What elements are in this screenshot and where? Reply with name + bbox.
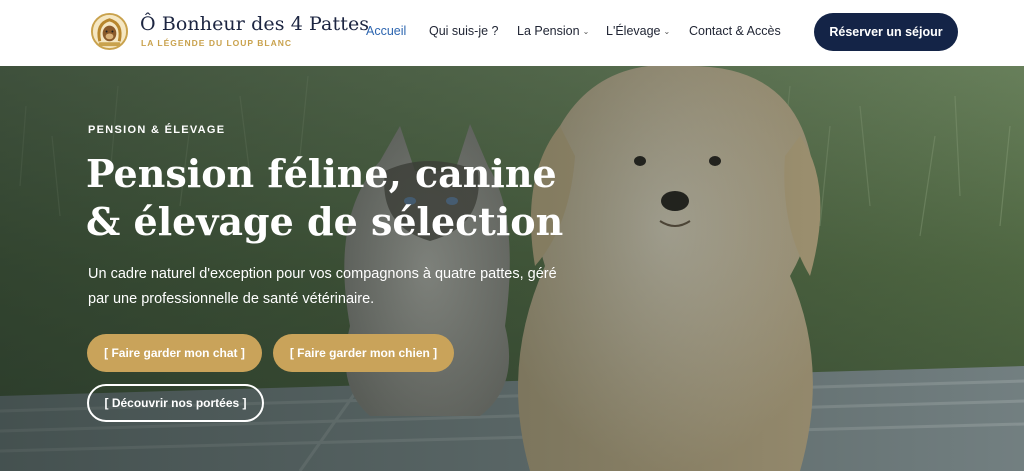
dog-boarding-button[interactable]: [ Faire garder mon chien ] xyxy=(273,334,454,372)
nav-item-la-pension[interactable]: La Pension ⌄ xyxy=(517,24,589,38)
nav-item-qui-suis-je[interactable]: Qui suis-je ? xyxy=(429,24,498,38)
nav-item-label: La Pension xyxy=(517,24,580,38)
discover-litters-button[interactable]: [ Découvrir nos portées ] xyxy=(87,384,264,422)
chevron-down-icon: ⌄ xyxy=(663,27,671,36)
reserve-stay-button[interactable]: Réserver un séjour xyxy=(814,13,958,51)
hero-title: Pension féline, canine & élevage de séle… xyxy=(86,151,564,244)
nav-item-label: L'Élevage xyxy=(606,24,661,38)
nav-item-label: Accueil xyxy=(366,24,407,38)
nav-item-accueil[interactable]: Accueil xyxy=(366,24,406,38)
nav-item-l-elevage[interactable]: L'Élevage ⌄ xyxy=(606,24,670,38)
nav-item-contact-acces[interactable]: Contact & Accès xyxy=(689,24,781,38)
hero-section: PENSION & ÉLEVAGE Pension féline, canine… xyxy=(0,66,1024,471)
site-header: Ô Bonheur des 4 Pattes LA LÉGENDE DU LOU… xyxy=(0,0,1024,66)
hero-description: Un cadre naturel d'exception pour vos co… xyxy=(88,266,557,307)
hero-eyebrow: PENSION & ÉLEVAGE xyxy=(88,124,226,136)
brand-name[interactable]: Ô Bonheur des 4 Pattes xyxy=(140,13,369,35)
brand-tagline: LA LÉGENDE DU LOUP BLANC xyxy=(141,38,293,48)
nav-item-label: Qui suis-je ? xyxy=(429,24,499,38)
chevron-down-icon: ⌄ xyxy=(582,27,590,36)
cat-boarding-button[interactable]: [ Faire garder mon chat ] xyxy=(87,334,262,372)
nav-item-label: Contact & Accès xyxy=(689,24,781,38)
horseshoe-dog-badge-icon[interactable] xyxy=(90,12,129,51)
